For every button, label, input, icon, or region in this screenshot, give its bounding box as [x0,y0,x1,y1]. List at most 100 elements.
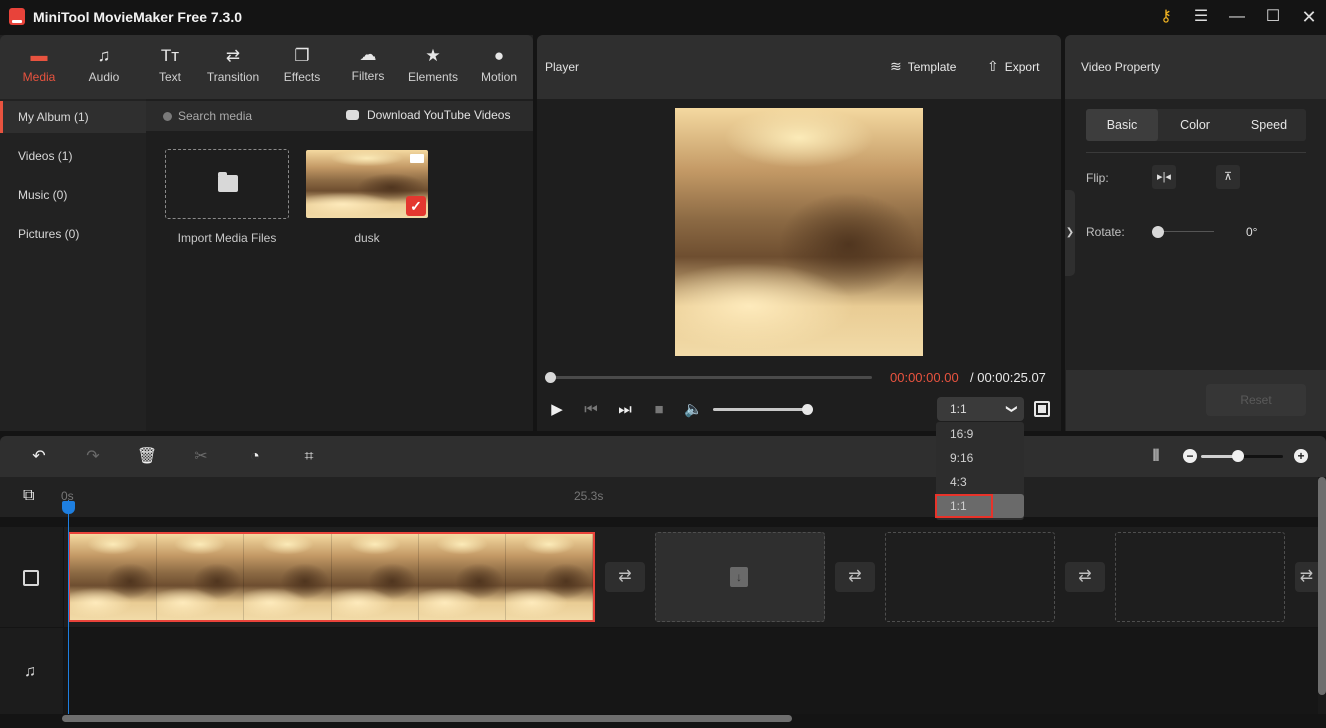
rotate-slider[interactable] [1158,231,1214,232]
video-preview [675,108,923,356]
vertical-scrollbar-thumb[interactable] [1318,477,1326,695]
app-logo-icon [9,8,25,25]
undo-icon[interactable]: ↶ [28,446,50,468]
transition-arrows-icon: ⇄ [225,46,241,65]
flip-vertical-icon[interactable]: ⊼ [1216,165,1240,189]
import-media-label: Import Media Files [177,231,277,245]
main-toolbar: ▬ Media ♫ Audio Tт Text ⇄ Transition ❐ E… [0,35,533,99]
current-time: 00:00:00.00 [890,370,959,385]
playhead-line[interactable] [68,500,69,714]
playhead-handle[interactable] [62,501,75,514]
clip-frame [157,534,245,620]
zoom-in-icon[interactable]: + [1294,449,1308,463]
key-icon[interactable]: ⚷ [1151,4,1181,30]
volume-slider[interactable] [713,408,808,411]
export-icon: ⇧ [987,58,999,74]
media-item-label: dusk [354,231,380,245]
maximize-icon[interactable]: ☐ [1258,4,1288,30]
sidebar-item-music[interactable]: Music (0) [0,179,146,211]
tab-color[interactable]: Color [1158,109,1232,141]
collapse-panel-handle[interactable]: ❯ [1065,190,1075,276]
transition-slot-button[interactable]: ⇄ [835,562,875,592]
player-header [537,35,1061,99]
timeline-zoom-handle[interactable] [1232,450,1244,462]
zoom-out-icon[interactable]: − [1183,449,1197,463]
flip-label: Flip: [1086,171,1109,185]
play-icon[interactable]: ▶ [548,401,566,419]
tab-filters[interactable]: ☁ Filters [335,44,401,83]
reset-button[interactable]: Reset [1206,384,1306,416]
search-media-input[interactable] [178,108,318,124]
audio-track [0,628,1318,714]
minimize-icon[interactable]: — [1222,4,1252,30]
clip-frame [418,534,506,620]
tab-effects[interactable]: ❐ Effects [269,45,335,84]
ruler-label-mark: 25.3s [574,489,604,503]
export-button[interactable]: ⇧ Export [987,58,1039,75]
download-youtube-button[interactable]: Download YouTube Videos [367,108,510,122]
volume-icon[interactable]: 🔈 [684,401,703,419]
add-track-icon[interactable]: ⧉ [23,487,40,504]
chevron-down-icon: ❯ [1005,404,1018,414]
total-time: / 00:00:25.07 [970,370,1046,385]
video-camera-icon [410,154,424,163]
tab-speed[interactable]: Speed [1232,109,1306,141]
seek-bar[interactable] [550,376,872,379]
delete-icon[interactable]: 🗑 [136,446,158,468]
clip-frame [331,534,419,620]
redo-icon[interactable]: ↷ [82,446,104,468]
elements-icon: ★ [425,46,441,65]
timeline-ruler[interactable] [0,477,1318,517]
fit-timeline-icon[interactable]: ⦀ [1145,446,1167,468]
empty-clip-slot[interactable] [1115,532,1285,622]
tab-text[interactable]: Tт Text [137,45,203,84]
split-icon[interactable]: ✂ [190,446,212,468]
text-icon: Tт [160,46,180,65]
tab-elements[interactable]: ★ Elements [400,45,466,84]
tab-motion[interactable]: ● Motion [466,45,532,84]
check-icon: ✓ [406,196,426,216]
fullscreen-icon[interactable] [1034,401,1050,417]
aspect-ratio-select[interactable]: 1:1 ❯ [937,397,1024,421]
horizontal-scrollbar-thumb[interactable] [62,715,792,722]
rotate-handle[interactable] [1152,226,1164,238]
sidebar-item-my-album[interactable]: My Album (1) [0,101,146,133]
clip-frame [70,534,158,620]
empty-clip-slot[interactable] [885,532,1055,622]
clip-frame [244,534,332,620]
flip-horizontal-icon[interactable]: ▸|◂ [1152,165,1176,189]
sidebar-item-videos[interactable]: Videos (1) [0,140,146,172]
aspect-option-4-3[interactable]: 4:3 [936,470,1024,494]
player-title: Player [545,60,580,74]
film-icon [23,570,39,586]
tab-media[interactable]: ▬ Media [6,45,72,84]
seek-handle[interactable] [545,372,556,383]
volume-handle[interactable] [802,404,813,415]
drop-media-icon: ↓ [730,567,748,587]
tab-transition[interactable]: ⇄ Transition [200,45,266,84]
video-clip-dusk[interactable] [68,532,595,622]
previous-frame-icon[interactable]: ⏮ [582,401,600,419]
tab-audio[interactable]: ♫ Audio [71,45,137,84]
next-frame-icon[interactable]: ⏭ [616,401,634,419]
transition-slot-button[interactable]: ⇄ [1295,562,1318,592]
tab-basic[interactable]: Basic [1086,109,1158,141]
speed-icon[interactable]: ◔ [244,446,266,468]
crop-icon[interactable]: ⌗ [298,446,320,468]
menu-icon[interactable]: ☰ [1186,4,1216,30]
close-icon[interactable]: ✕ [1294,4,1324,30]
search-icon [163,112,172,121]
transition-slot-button[interactable]: ⇄ [605,562,645,592]
stop-icon[interactable]: ■ [650,401,668,419]
template-button[interactable]: ≋ Template [890,58,956,75]
aspect-option-16-9[interactable]: 16:9 [936,422,1024,446]
transition-slot-button[interactable]: ⇄ [1065,562,1105,592]
sidebar-item-pictures[interactable]: Pictures (0) [0,218,146,250]
youtube-download-icon[interactable] [346,110,359,120]
property-tabs: Basic Color Speed [1086,109,1306,141]
aspect-option-9-16[interactable]: 9:16 [936,446,1024,470]
motion-icon: ● [493,46,505,65]
effects-icon: ❐ [294,46,310,65]
media-sidebar: My Album (1) Videos (1) Music (0) Pictur… [0,99,146,431]
rotate-label: Rotate: [1086,225,1125,239]
